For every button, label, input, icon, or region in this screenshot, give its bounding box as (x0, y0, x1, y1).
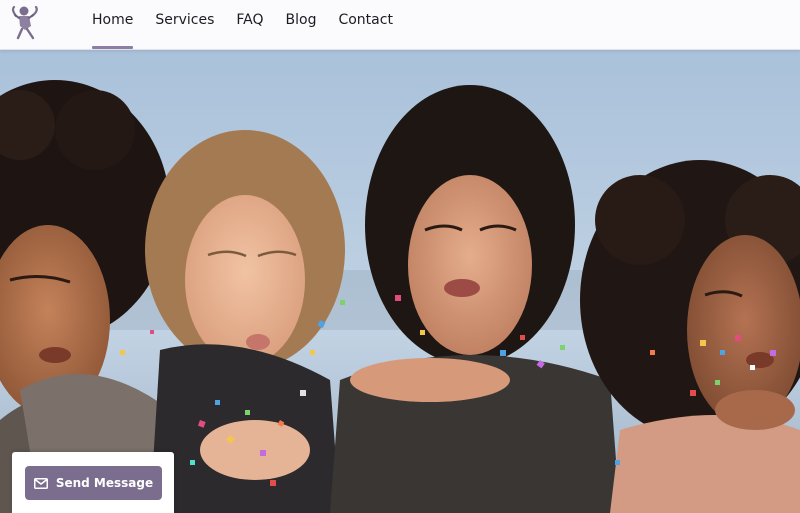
hero-image (0, 50, 800, 513)
dancer-logo-icon[interactable] (10, 4, 42, 40)
nav-home[interactable]: Home (92, 0, 134, 50)
mail-icon (33, 477, 48, 489)
nav-blog[interactable]: Blog (286, 0, 317, 50)
site-header: Home Services FAQ Blog Contact (0, 0, 800, 50)
hero-photo-illustration (0, 50, 800, 513)
nav-services[interactable]: Services (155, 0, 214, 50)
nav-faq[interactable]: FAQ (236, 0, 263, 50)
send-message-label: Send Message (55, 476, 154, 490)
send-message-button[interactable]: Send Message (25, 466, 162, 500)
main-nav: Home Services FAQ Blog Contact (92, 0, 415, 50)
send-message-card: Send Message (12, 452, 174, 513)
nav-contact[interactable]: Contact (338, 0, 392, 50)
